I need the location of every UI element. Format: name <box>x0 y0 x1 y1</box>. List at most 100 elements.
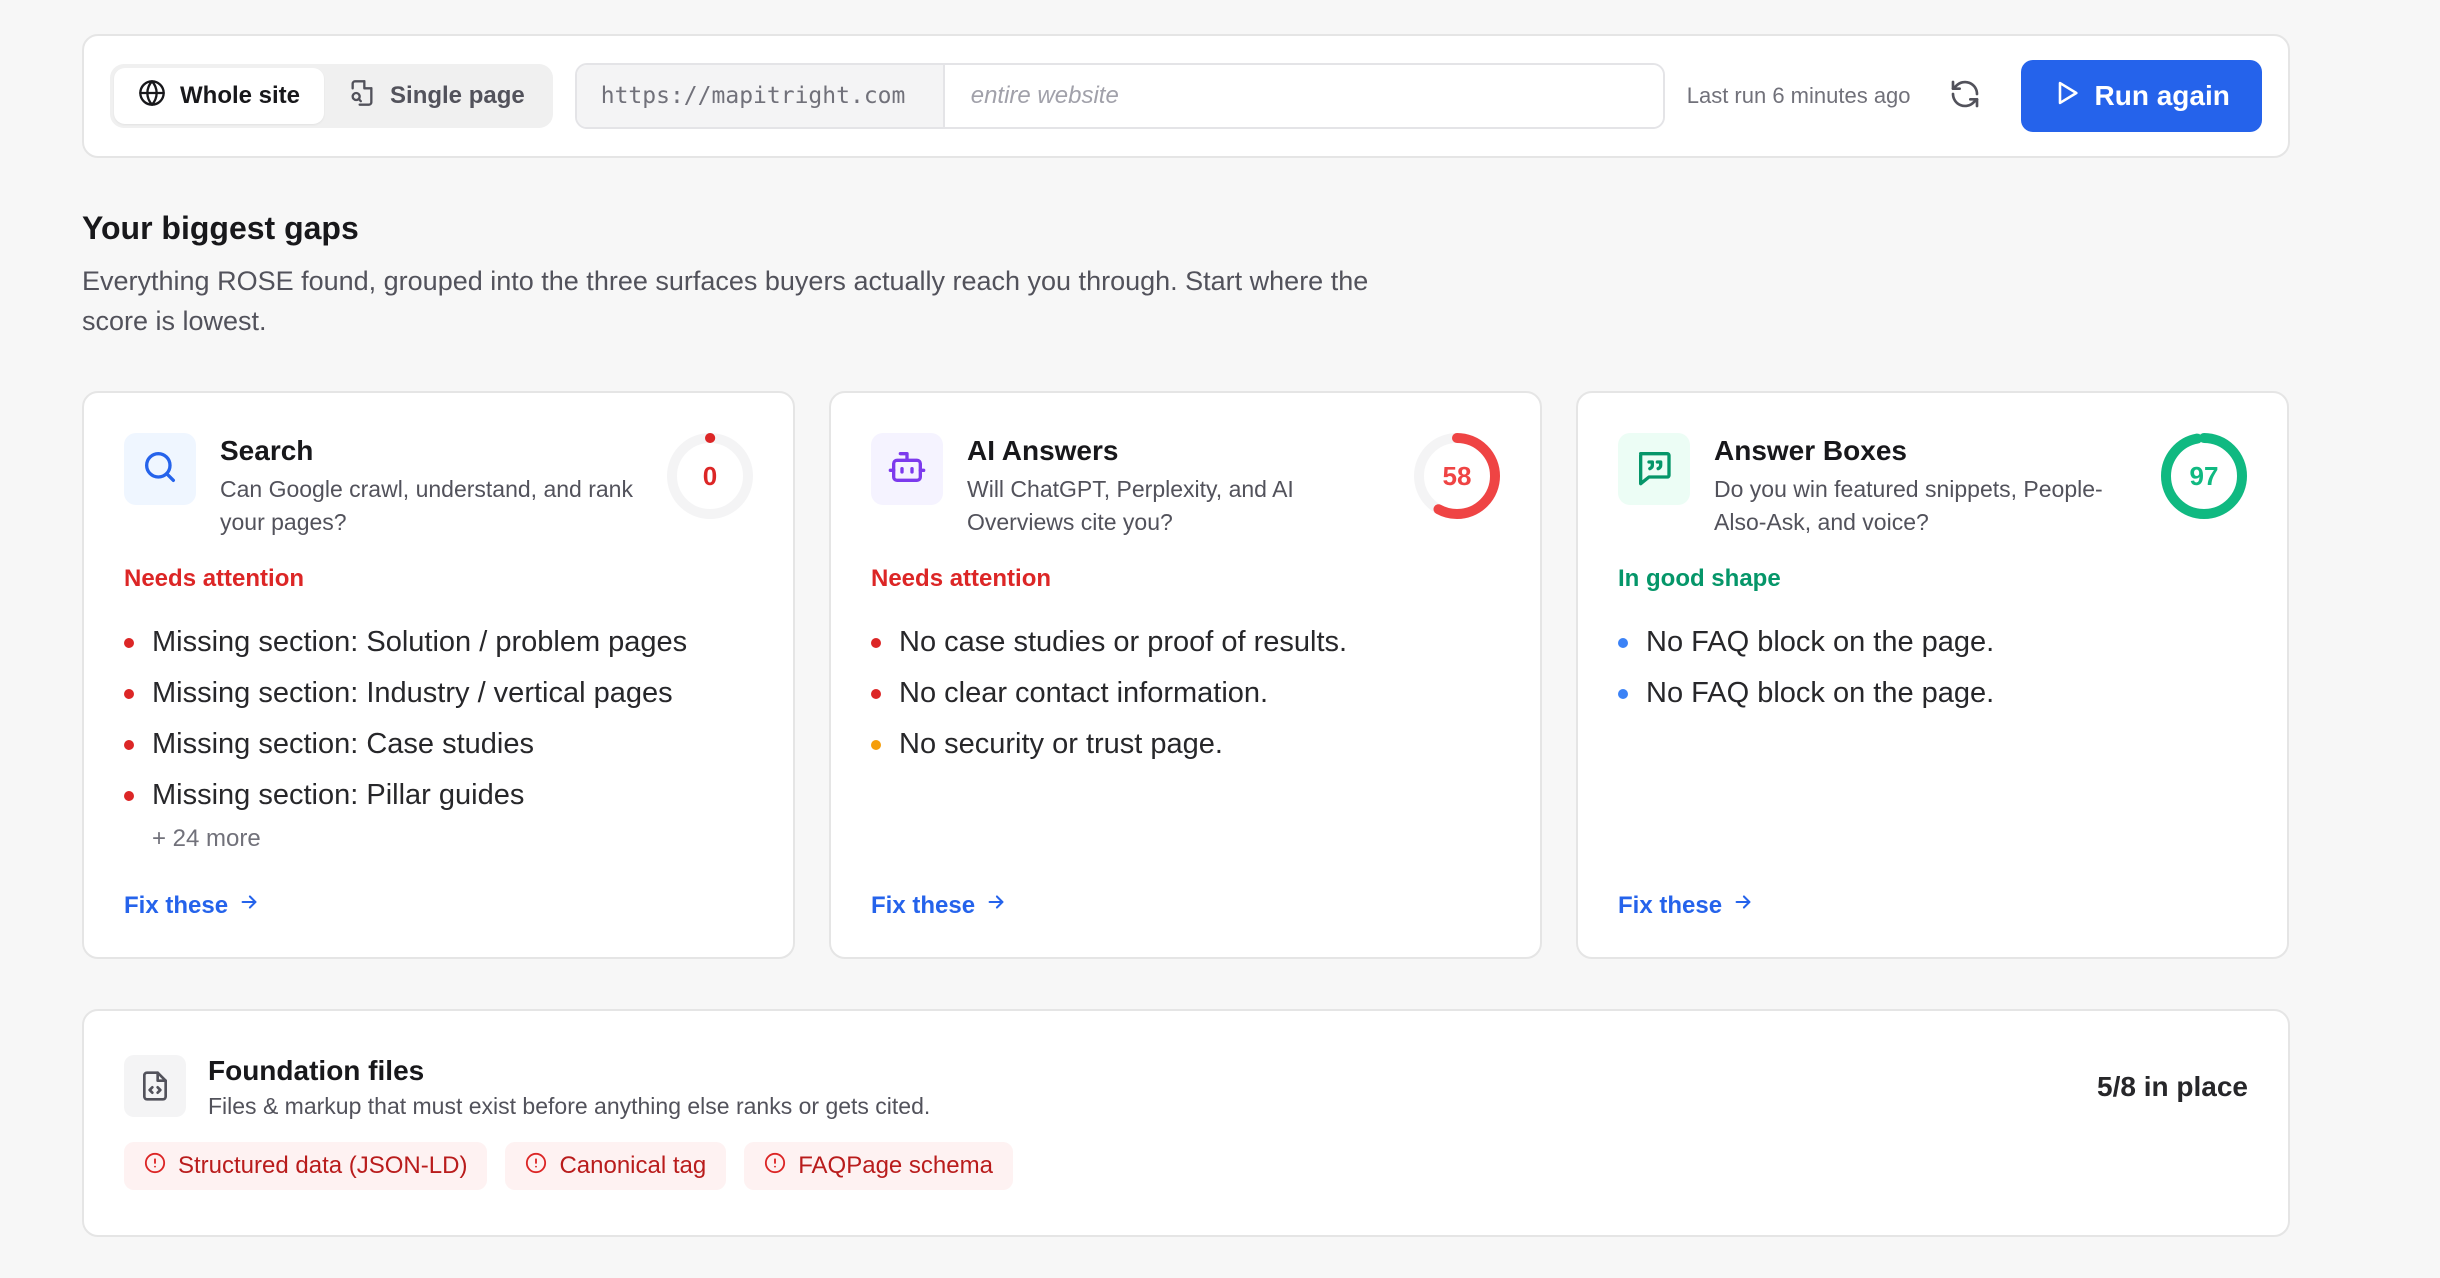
alert-circle-icon <box>525 1152 547 1181</box>
run-again-button[interactable]: Run again <box>2020 60 2262 132</box>
issue-item: Missing section: Pillar guides <box>124 770 753 821</box>
fix-label: Fix these <box>1618 891 1723 919</box>
foundation-files-panel: Foundation files Files & markup that mus… <box>82 1009 2290 1237</box>
tab-label: Whole site <box>180 82 301 109</box>
issue-text: No FAQ block on the page. <box>1646 626 1995 658</box>
card-answer-boxes: Answer Boxes Do you win featured snippet… <box>1576 391 2289 959</box>
scope-toggle: Whole site Single page <box>110 64 553 128</box>
path-input[interactable] <box>944 65 1663 127</box>
card-search: Search Can Google crawl, understand, and… <box>82 391 795 959</box>
severity-dot <box>124 688 134 699</box>
run-toolbar: Whole site Single page https://mapitrigh… <box>82 34 2290 158</box>
severity-dot <box>124 637 134 648</box>
missing-files-list: Structured data (JSON-LD) Canonical tag … <box>124 1142 2248 1190</box>
search-icon <box>140 447 180 492</box>
severity-dot <box>1618 637 1628 648</box>
arrow-right-icon <box>985 891 1007 920</box>
missing-file-pill[interactable]: FAQPage schema <box>744 1142 1013 1190</box>
fix-these-link[interactable]: Fix these <box>1618 891 1754 920</box>
section-subtitle: Everything ROSE found, grouped into the … <box>82 266 1369 336</box>
card-description: Will ChatGPT, Perplexity, and AI Overvie… <box>967 476 1294 535</box>
url-field: https://mapitright.com <box>574 63 1665 129</box>
severity-dot <box>871 637 881 648</box>
file-search-icon <box>348 79 376 114</box>
card-description: Do you win featured snippets, People-Als… <box>1714 476 2103 535</box>
play-icon <box>2053 79 2081 114</box>
card-title: Answer Boxes <box>1714 435 1907 466</box>
status-label: In good shape <box>1618 565 1781 592</box>
issue-text: No case studies or proof of results. <box>899 626 1348 658</box>
more-issues[interactable]: + 24 more <box>152 825 753 853</box>
severity-dot <box>871 739 881 750</box>
run-again-label: Run again <box>2094 80 2230 111</box>
issue-text: No security or trust page. <box>899 728 1223 760</box>
tab-label: Single page <box>390 82 525 109</box>
card-description: Can Google crawl, understand, and rank y… <box>220 476 633 535</box>
card-icon-box <box>124 433 196 505</box>
quote-message-icon <box>1634 447 1674 492</box>
status-label: Needs attention <box>124 565 305 592</box>
alert-circle-icon <box>144 1152 166 1181</box>
foundation-count: 5/8 in place <box>2097 1071 2248 1102</box>
severity-dot <box>124 739 134 750</box>
card-title: Search <box>220 435 314 466</box>
severity-dot <box>1618 688 1628 699</box>
fix-these-link[interactable]: Fix these <box>871 891 1007 920</box>
score-value: 0 <box>702 460 718 491</box>
status-label: Needs attention <box>871 565 1052 592</box>
pill-label: Structured data (JSON-LD) <box>178 1152 468 1179</box>
tab-single-page[interactable]: Single page <box>324 68 549 124</box>
last-run-text: Last run 6 minutes ago <box>1686 83 1911 108</box>
refresh-icon <box>1949 78 1981 115</box>
refresh-button[interactable] <box>1947 78 1983 114</box>
fix-label: Fix these <box>871 891 976 919</box>
issue-text: Missing section: Industry / vertical pag… <box>152 677 673 709</box>
globe-icon <box>138 79 166 114</box>
issue-item: Missing section: Case studies <box>124 719 753 770</box>
score-gauge: 58 <box>1412 431 1502 521</box>
issue-item: Missing section: Solution / problem page… <box>124 617 753 668</box>
arrow-right-icon <box>238 891 260 920</box>
card-ai-answers: AI Answers Will ChatGPT, Perplexity, and… <box>829 391 1542 959</box>
issue-item: No FAQ block on the page. <box>1618 617 2247 668</box>
page: Whole site Single page https://mapitrigh… <box>82 34 2290 1237</box>
alert-circle-icon <box>764 1152 786 1181</box>
issue-text: Missing section: Pillar guides <box>152 779 525 811</box>
bot-icon <box>887 447 927 492</box>
issue-item: No case studies or proof of results. <box>871 617 1500 668</box>
file-code-icon <box>124 1055 186 1117</box>
score-gauge: 0 <box>665 431 755 521</box>
issue-item: No clear contact information. <box>871 668 1500 719</box>
score-value: 97 <box>2189 460 2219 491</box>
missing-file-pill[interactable]: Canonical tag <box>505 1142 727 1190</box>
foundation-title: Foundation files <box>208 1055 425 1086</box>
foundation-description: Files & markup that must exist before an… <box>208 1093 931 1119</box>
card-title: AI Answers <box>967 435 1119 466</box>
missing-file-pill[interactable]: Structured data (JSON-LD) <box>124 1142 488 1190</box>
issue-text: No FAQ block on the page. <box>1646 677 1995 709</box>
severity-dot <box>124 790 134 801</box>
card-icon-box <box>871 433 943 505</box>
score-gauge: 97 <box>2159 431 2249 521</box>
issue-text: Missing section: Solution / problem page… <box>152 626 688 658</box>
severity-dot <box>871 688 881 699</box>
issue-item: No security or trust page. <box>871 719 1500 770</box>
issue-text: Missing section: Case studies <box>152 728 534 760</box>
tab-whole-site[interactable]: Whole site <box>114 68 325 124</box>
issue-list: Missing section: Solution / problem page… <box>124 617 753 821</box>
issue-text: No clear contact information. <box>899 677 1269 709</box>
fix-label: Fix these <box>124 891 229 919</box>
surface-cards: Search Can Google crawl, understand, and… <box>82 391 2290 959</box>
issue-list: No case studies or proof of results. No … <box>871 617 1500 770</box>
issue-item: No FAQ block on the page. <box>1618 668 2247 719</box>
issue-list: No FAQ block on the page. No FAQ block o… <box>1618 617 2247 719</box>
score-value: 58 <box>1442 460 1472 491</box>
pill-label: Canonical tag <box>559 1152 707 1179</box>
url-prefix: https://mapitright.com <box>576 65 945 127</box>
issue-item: Missing section: Industry / vertical pag… <box>124 668 753 719</box>
section-title: Your biggest gaps <box>82 210 359 246</box>
arrow-right-icon <box>1732 891 1754 920</box>
fix-these-link[interactable]: Fix these <box>124 891 260 920</box>
card-icon-box <box>1618 433 1690 505</box>
pill-label: FAQPage schema <box>798 1152 993 1179</box>
